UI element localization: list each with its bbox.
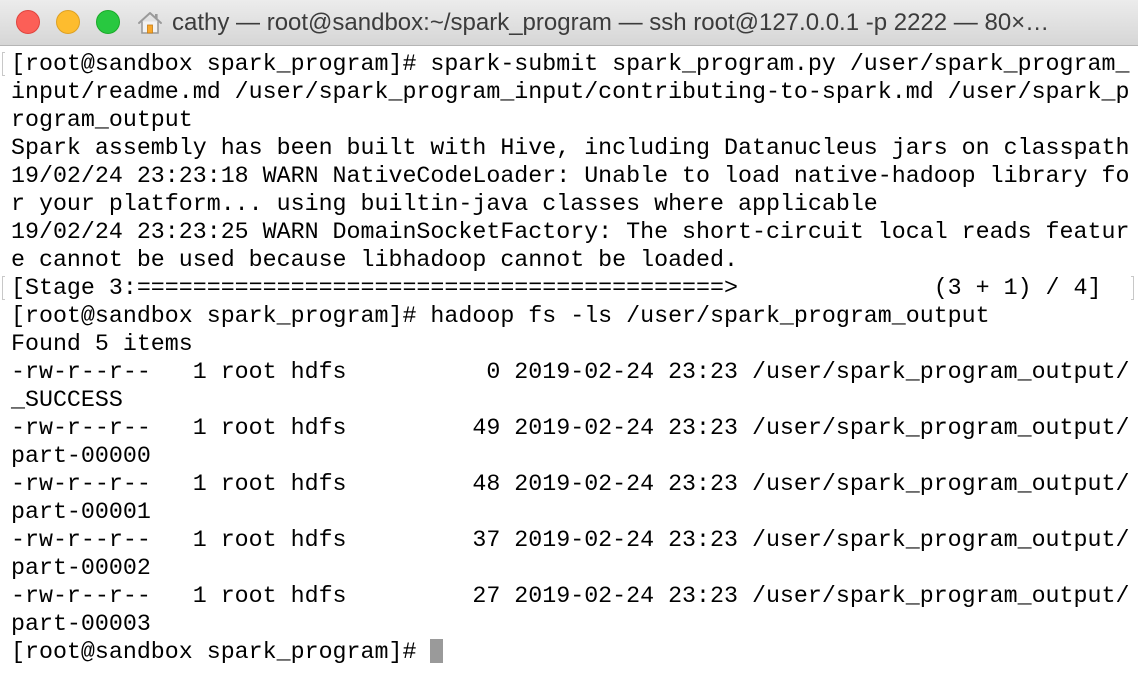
terminal-line: input/readme.md /user/spark_program_inpu…	[11, 78, 1138, 106]
title-bar[interactable]: cathy — root@sandbox:~/spark_program — s…	[0, 0, 1138, 46]
zoom-icon[interactable]	[96, 10, 120, 34]
terminal-line-text: _SUCCESS	[11, 387, 123, 413]
progress-line: [Stage 3:===============================…	[2, 274, 1138, 302]
terminal-line: Found 5 items	[11, 330, 1138, 358]
terminal-line: Spark assembly has been built with Hive,…	[11, 134, 1138, 162]
close-glyph	[17, 11, 39, 33]
terminal-line-text: part-00001	[11, 499, 151, 525]
terminal-line: [root@sandbox spark_program]# spark-subm…	[2, 50, 1138, 78]
terminal-line: part-00001	[11, 498, 1138, 526]
mark-bracket	[2, 52, 5, 76]
terminal-line-text: r your platform... using builtin-java cl…	[11, 191, 878, 217]
terminal-line-text: e cannot be used because libhadoop canno…	[11, 247, 738, 273]
terminal-line-text: -rw-r--r-- 1 root hdfs 37 2019-02-24 23:…	[11, 527, 1130, 553]
mark-bracket	[2, 276, 5, 300]
terminal-line-text: -rw-r--r-- 1 root hdfs 0 2019-02-24 23:2…	[11, 359, 1130, 385]
terminal-line: -rw-r--r-- 1 root hdfs 49 2019-02-24 23:…	[11, 414, 1138, 442]
terminal-window: cathy — root@sandbox:~/spark_program — s…	[0, 0, 1138, 678]
terminal-line: [root@sandbox spark_program]# hadoop fs …	[11, 302, 1138, 330]
terminal-line: r your platform... using builtin-java cl…	[11, 190, 1138, 218]
terminal-line-text: 19/02/24 23:23:25 WARN DomainSocketFacto…	[11, 219, 1130, 245]
terminal-line: _SUCCESS	[11, 386, 1138, 414]
terminal-line-text: rogram_output	[11, 107, 193, 133]
window-title: cathy — root@sandbox:~/spark_program — s…	[172, 9, 1050, 36]
terminal-line-text: [root@sandbox spark_program]# spark-subm…	[11, 51, 1130, 77]
terminal-line-text: part-00003	[11, 611, 151, 637]
terminal-line: part-00002	[11, 554, 1138, 582]
terminal-line: 19/02/24 23:23:25 WARN DomainSocketFacto…	[11, 218, 1138, 246]
home-folder-icon	[138, 12, 162, 34]
terminal-output[interactable]: [root@sandbox spark_program]# spark-subm…	[0, 50, 1138, 678]
close-icon[interactable]	[16, 10, 40, 34]
terminal-line: -rw-r--r-- 1 root hdfs 0 2019-02-24 23:2…	[11, 358, 1138, 386]
terminal-line-text: Found 5 items	[11, 331, 193, 357]
terminal-line: part-00000	[11, 442, 1138, 470]
terminal-line-text: 19/02/24 23:23:18 WARN NativeCodeLoader:…	[11, 163, 1130, 189]
terminal-line: part-00003	[11, 610, 1138, 638]
terminal-line-text: -rw-r--r-- 1 root hdfs 27 2019-02-24 23:…	[11, 583, 1130, 609]
terminal-line-text: -rw-r--r-- 1 root hdfs 48 2019-02-24 23:…	[11, 471, 1130, 497]
terminal-line-text: part-00002	[11, 555, 151, 581]
terminal-line-text: -rw-r--r-- 1 root hdfs 49 2019-02-24 23:…	[11, 415, 1130, 441]
terminal-line-text: [root@sandbox spark_program]# hadoop fs …	[11, 303, 990, 329]
text-cursor	[430, 639, 444, 663]
terminal-line-text: input/readme.md /user/spark_program_inpu…	[11, 79, 1130, 105]
terminal-line: -rw-r--r-- 1 root hdfs 37 2019-02-24 23:…	[11, 526, 1138, 554]
terminal-line: 19/02/24 23:23:18 WARN NativeCodeLoader:…	[11, 162, 1138, 190]
terminal-line: -rw-r--r-- 1 root hdfs 27 2019-02-24 23:…	[11, 582, 1138, 610]
terminal-line: e cannot be used because libhadoop canno…	[11, 246, 1138, 274]
mark-bracket	[1131, 276, 1134, 300]
terminal-line: rogram_output	[11, 106, 1138, 134]
window-title-area: cathy — root@sandbox:~/spark_program — s…	[136, 0, 1130, 46]
prompt-line[interactable]: [root@sandbox spark_program]#	[11, 638, 1138, 666]
terminal-line-text: part-00000	[11, 443, 151, 469]
terminal-line-text: Spark assembly has been built with Hive,…	[11, 135, 1130, 161]
terminal-line: -rw-r--r-- 1 root hdfs 48 2019-02-24 23:…	[11, 470, 1138, 498]
terminal-line-text: [Stage 3:===============================…	[11, 275, 1102, 301]
shell-prompt: [root@sandbox spark_program]#	[11, 639, 431, 665]
minimize-icon[interactable]	[56, 10, 80, 34]
